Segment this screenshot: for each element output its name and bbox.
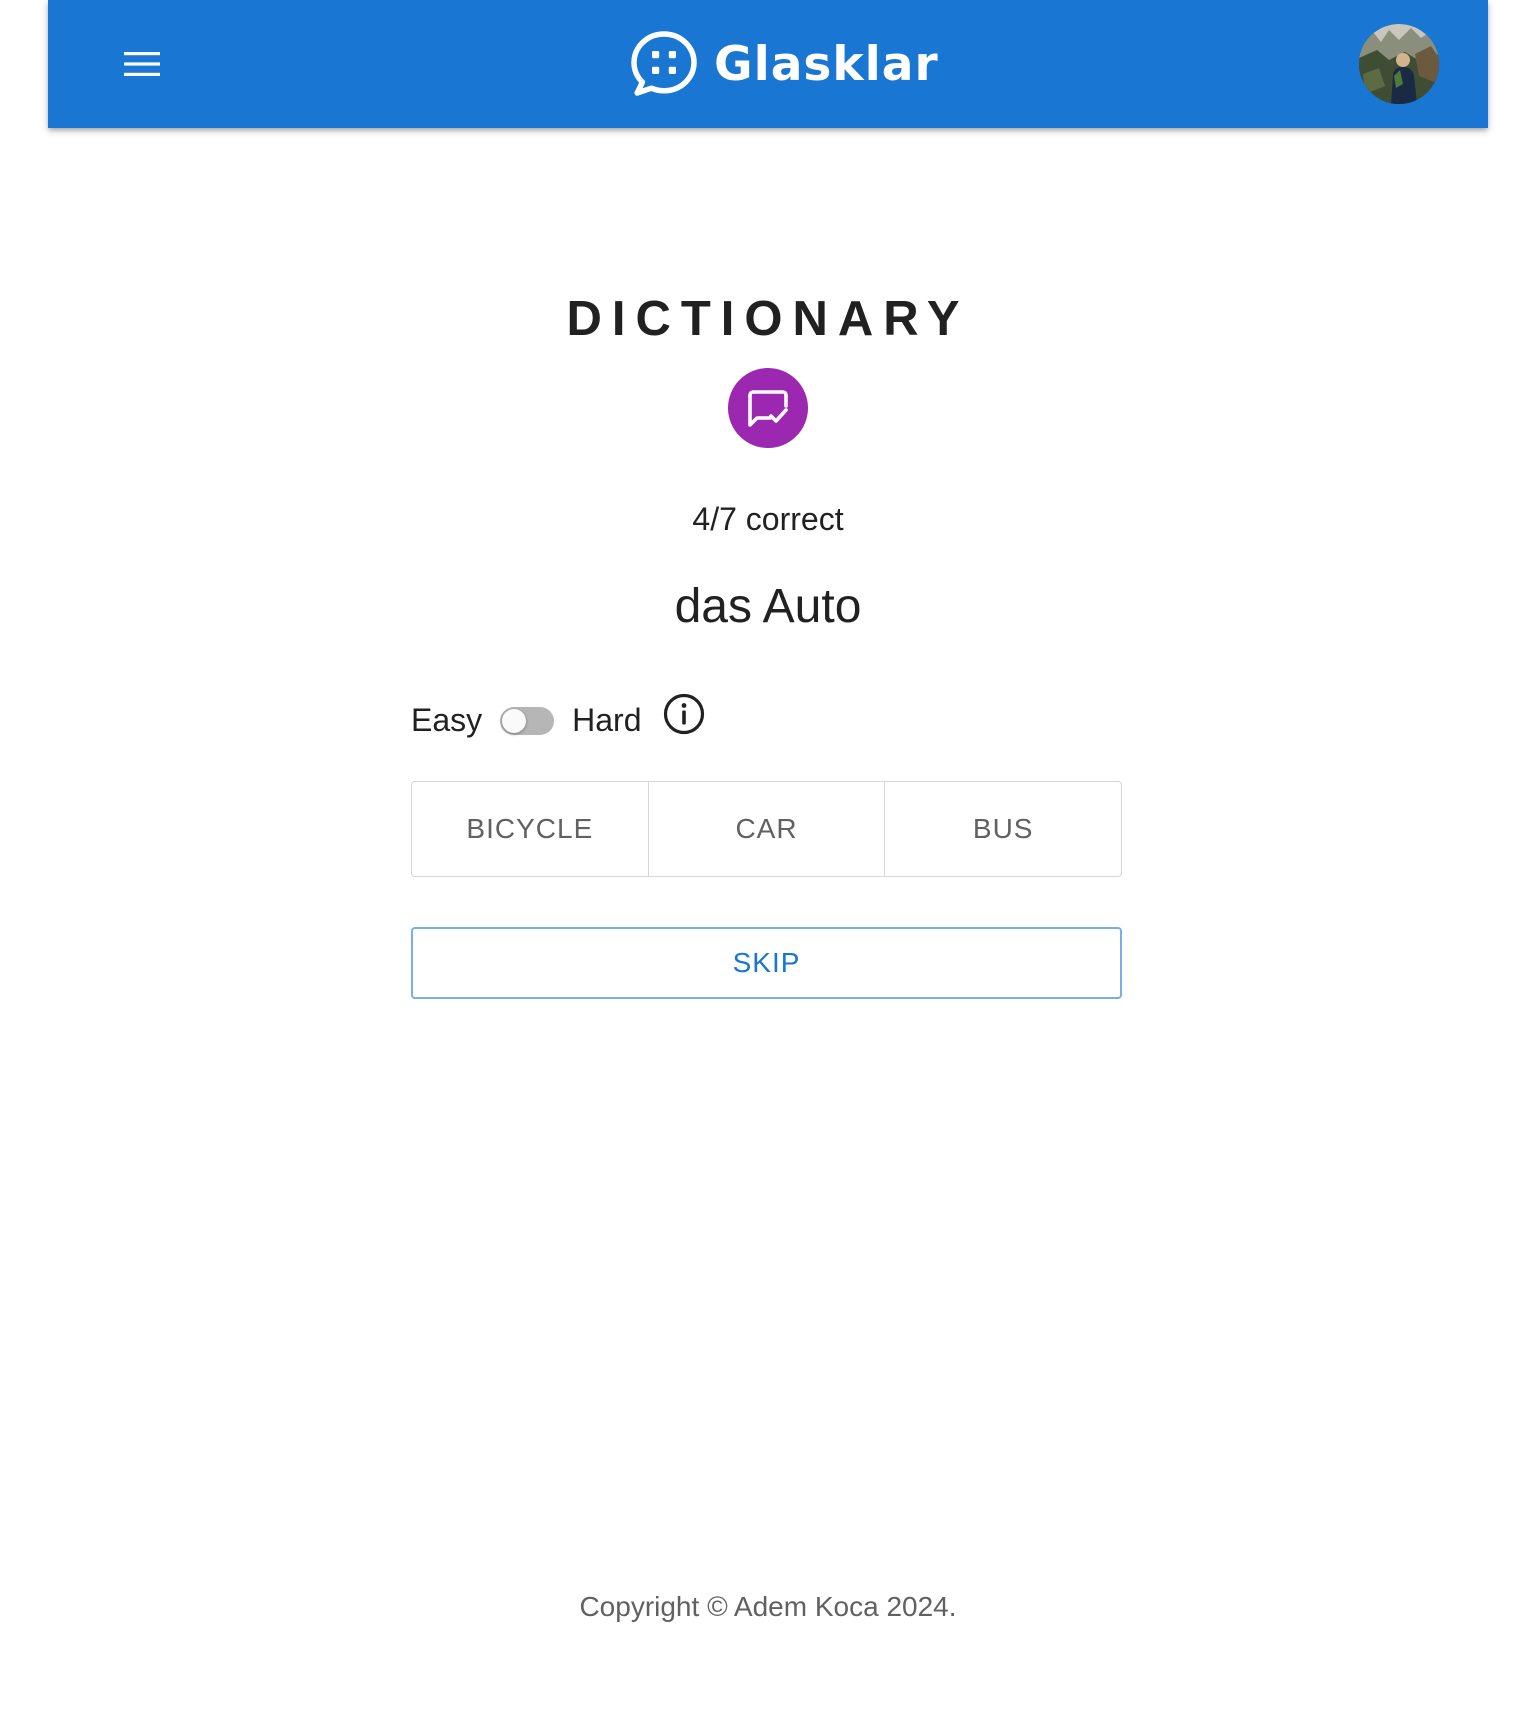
chat-bubble-dots-icon [631,31,697,96]
option-bicycle[interactable]: BICYCLE [412,782,649,876]
hard-label: Hard [572,702,642,738]
info-button[interactable] [662,692,706,736]
answer-options: BICYCLE CAR BUS [411,781,1122,877]
rate-review-check-icon [748,390,788,427]
difficulty-switch[interactable] [498,705,555,735]
avatar-photo [1359,24,1439,104]
page-title: DICTIONARY [566,291,970,346]
brand[interactable]: Glasklar [630,28,939,100]
switch-thumb [502,709,527,733]
difficulty-toggle-row: Easy Hard [411,690,706,750]
page: Glasklar DICTIONARY 4/7 correct das Auto… [0,0,1536,1716]
quiz-word: das Auto [674,580,862,633]
option-bus[interactable]: BUS [885,782,1121,876]
score-text: 4/7 correct [692,501,844,537]
menu-button[interactable] [116,40,168,88]
easy-label: Easy [411,702,483,738]
skip-button[interactable]: SKIP [411,927,1122,999]
footer-copyright: Copyright © Adem Koca 2024. [579,1591,957,1622]
option-car[interactable]: CAR [649,782,886,876]
quiz-badge [728,368,808,448]
brand-name: Glasklar [714,36,939,92]
user-avatar[interactable] [1359,24,1439,104]
hamburger-menu-icon [124,52,160,76]
app-bar: Glasklar [48,0,1488,128]
info-icon [663,693,704,735]
